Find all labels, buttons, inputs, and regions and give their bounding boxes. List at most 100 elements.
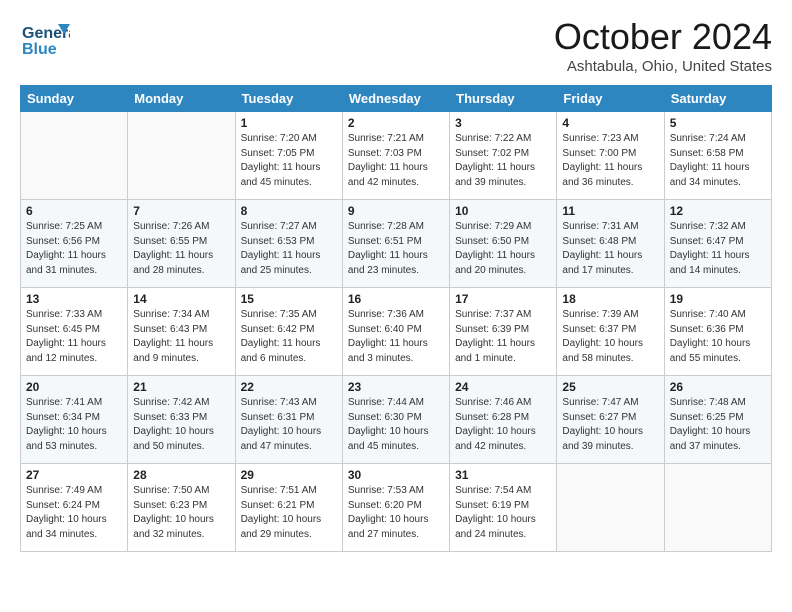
- day-detail: Sunrise: 7:20 AM Sunset: 7:05 PM Dayligh…: [241, 132, 337, 190]
- day-number: 22: [241, 380, 337, 394]
- calendar-cell: 25 Sunrise: 7:47 AM Sunset: 6:27 PM Dayli…: [557, 376, 664, 464]
- day-number: 16: [348, 292, 444, 306]
- month-title: October 2024: [554, 16, 772, 58]
- day-detail: Sunrise: 7:39 AM Sunset: 6:37 PM Dayligh…: [562, 308, 658, 366]
- day-detail: Sunrise: 7:54 AM Sunset: 6:19 PM Dayligh…: [455, 484, 551, 542]
- calendar-cell: 21 Sunrise: 7:42 AM Sunset: 6:33 PM Dayli…: [128, 376, 235, 464]
- day-number: 10: [455, 204, 551, 218]
- day-number: 23: [348, 380, 444, 394]
- calendar-cell: 23 Sunrise: 7:44 AM Sunset: 6:30 PM Dayli…: [342, 376, 449, 464]
- day-detail: Sunrise: 7:24 AM Sunset: 6:58 PM Dayligh…: [670, 132, 766, 190]
- day-number: 13: [26, 292, 122, 306]
- day-number: 24: [455, 380, 551, 394]
- day-detail: Sunrise: 7:35 AM Sunset: 6:42 PM Dayligh…: [241, 308, 337, 366]
- calendar-cell: 28 Sunrise: 7:50 AM Sunset: 6:23 PM Dayli…: [128, 464, 235, 552]
- calendar-cell: 8 Sunrise: 7:27 AM Sunset: 6:53 PM Daylig…: [235, 200, 342, 288]
- calendar-cell: 17 Sunrise: 7:37 AM Sunset: 6:39 PM Dayli…: [450, 288, 557, 376]
- day-number: 31: [455, 468, 551, 482]
- calendar-cell: 19Sunrise: 7:40 AM Sunset: 6:36 PM Dayli…: [664, 288, 771, 376]
- day-number: 4: [562, 116, 658, 130]
- day-detail: Sunrise: 7:44 AM Sunset: 6:30 PM Dayligh…: [348, 396, 444, 454]
- day-detail: Sunrise: 7:26 AM Sunset: 6:55 PM Dayligh…: [133, 220, 229, 278]
- day-number: 30: [348, 468, 444, 482]
- day-detail: Sunrise: 7:22 AM Sunset: 7:02 PM Dayligh…: [455, 132, 551, 190]
- calendar-cell: 22 Sunrise: 7:43 AM Sunset: 6:31 PM Dayli…: [235, 376, 342, 464]
- weekday-header-wednesday: Wednesday: [342, 86, 449, 112]
- day-detail: Sunrise: 7:21 AM Sunset: 7:03 PM Dayligh…: [348, 132, 444, 190]
- weekday-header-thursday: Thursday: [450, 86, 557, 112]
- day-detail: Sunrise: 7:50 AM Sunset: 6:23 PM Dayligh…: [133, 484, 229, 542]
- day-detail: Sunrise: 7:33 AM Sunset: 6:45 PM Dayligh…: [26, 308, 122, 366]
- weekday-header-sunday: Sunday: [21, 86, 128, 112]
- day-number: 25: [562, 380, 658, 394]
- calendar-cell: 11Sunrise: 7:31 AM Sunset: 6:48 PM Dayli…: [557, 200, 664, 288]
- calendar-cell: 20 Sunrise: 7:41 AM Sunset: 6:34 PM Dayli…: [21, 376, 128, 464]
- day-number: 26: [670, 380, 766, 394]
- page: General Blue October 2024 Ashtabula, Ohi…: [0, 0, 792, 612]
- day-number: 18: [562, 292, 658, 306]
- title-block: October 2024 Ashtabula, Ohio, United Sta…: [554, 16, 772, 75]
- logo-icon: General Blue: [20, 16, 70, 66]
- day-number: 29: [241, 468, 337, 482]
- day-number: 9: [348, 204, 444, 218]
- calendar-cell: 16 Sunrise: 7:36 AM Sunset: 6:40 PM Dayli…: [342, 288, 449, 376]
- calendar-cell: [664, 464, 771, 552]
- day-detail: Sunrise: 7:37 AM Sunset: 6:39 PM Dayligh…: [455, 308, 551, 366]
- day-number: 2: [348, 116, 444, 130]
- day-detail: Sunrise: 7:27 AM Sunset: 6:53 PM Dayligh…: [241, 220, 337, 278]
- day-number: 28: [133, 468, 229, 482]
- day-number: 3: [455, 116, 551, 130]
- calendar-cell: 13 Sunrise: 7:33 AM Sunset: 6:45 PM Dayli…: [21, 288, 128, 376]
- day-number: 21: [133, 380, 229, 394]
- day-detail: Sunrise: 7:49 AM Sunset: 6:24 PM Dayligh…: [26, 484, 122, 542]
- day-number: 5: [670, 116, 766, 130]
- weekday-header-saturday: Saturday: [664, 86, 771, 112]
- day-number: 17: [455, 292, 551, 306]
- calendar-cell: [557, 464, 664, 552]
- day-detail: Sunrise: 7:36 AM Sunset: 6:40 PM Dayligh…: [348, 308, 444, 366]
- day-detail: Sunrise: 7:53 AM Sunset: 6:20 PM Dayligh…: [348, 484, 444, 542]
- day-number: 8: [241, 204, 337, 218]
- location-title: Ashtabula, Ohio, United States: [554, 58, 772, 75]
- day-detail: Sunrise: 7:28 AM Sunset: 6:51 PM Dayligh…: [348, 220, 444, 278]
- calendar-cell: [21, 112, 128, 200]
- day-number: 1: [241, 116, 337, 130]
- day-detail: Sunrise: 7:34 AM Sunset: 6:43 PM Dayligh…: [133, 308, 229, 366]
- calendar-cell: 2 Sunrise: 7:21 AM Sunset: 7:03 PM Daylig…: [342, 112, 449, 200]
- day-detail: Sunrise: 7:48 AM Sunset: 6:25 PM Dayligh…: [670, 396, 766, 454]
- calendar-cell: 6Sunrise: 7:25 AM Sunset: 6:56 PM Daylig…: [21, 200, 128, 288]
- day-detail: Sunrise: 7:40 AM Sunset: 6:36 PM Dayligh…: [670, 308, 766, 366]
- week-row-3: 13 Sunrise: 7:33 AM Sunset: 6:45 PM Dayli…: [21, 288, 772, 376]
- calendar-cell: 10 Sunrise: 7:29 AM Sunset: 6:50 PM Dayli…: [450, 200, 557, 288]
- day-number: 20: [26, 380, 122, 394]
- svg-text:Blue: Blue: [22, 41, 57, 58]
- week-row-1: 1 Sunrise: 7:20 AM Sunset: 7:05 PM Daylig…: [21, 112, 772, 200]
- calendar-cell: 12Sunrise: 7:32 AM Sunset: 6:47 PM Dayli…: [664, 200, 771, 288]
- weekday-header-friday: Friday: [557, 86, 664, 112]
- day-detail: Sunrise: 7:46 AM Sunset: 6:28 PM Dayligh…: [455, 396, 551, 454]
- week-row-5: 27Sunrise: 7:49 AM Sunset: 6:24 PM Dayli…: [21, 464, 772, 552]
- calendar-cell: 14Sunrise: 7:34 AM Sunset: 6:43 PM Dayli…: [128, 288, 235, 376]
- calendar-cell: 9 Sunrise: 7:28 AM Sunset: 6:51 PM Daylig…: [342, 200, 449, 288]
- calendar-cell: 26 Sunrise: 7:48 AM Sunset: 6:25 PM Dayli…: [664, 376, 771, 464]
- calendar-cell: 24 Sunrise: 7:46 AM Sunset: 6:28 PM Dayli…: [450, 376, 557, 464]
- day-detail: Sunrise: 7:42 AM Sunset: 6:33 PM Dayligh…: [133, 396, 229, 454]
- day-number: 12: [670, 204, 766, 218]
- calendar-cell: 15Sunrise: 7:35 AM Sunset: 6:42 PM Dayli…: [235, 288, 342, 376]
- calendar-cell: 4Sunrise: 7:23 AM Sunset: 7:00 PM Daylig…: [557, 112, 664, 200]
- calendar-cell: 30 Sunrise: 7:53 AM Sunset: 6:20 PM Dayli…: [342, 464, 449, 552]
- day-number: 6: [26, 204, 122, 218]
- calendar-cell: 31 Sunrise: 7:54 AM Sunset: 6:19 PM Dayli…: [450, 464, 557, 552]
- day-detail: Sunrise: 7:29 AM Sunset: 6:50 PM Dayligh…: [455, 220, 551, 278]
- day-detail: Sunrise: 7:47 AM Sunset: 6:27 PM Dayligh…: [562, 396, 658, 454]
- calendar-cell: 29 Sunrise: 7:51 AM Sunset: 6:21 PM Dayli…: [235, 464, 342, 552]
- week-row-2: 6Sunrise: 7:25 AM Sunset: 6:56 PM Daylig…: [21, 200, 772, 288]
- day-detail: Sunrise: 7:43 AM Sunset: 6:31 PM Dayligh…: [241, 396, 337, 454]
- calendar-cell: 7Sunrise: 7:26 AM Sunset: 6:55 PM Daylig…: [128, 200, 235, 288]
- weekday-header-tuesday: Tuesday: [235, 86, 342, 112]
- day-detail: Sunrise: 7:41 AM Sunset: 6:34 PM Dayligh…: [26, 396, 122, 454]
- day-detail: Sunrise: 7:51 AM Sunset: 6:21 PM Dayligh…: [241, 484, 337, 542]
- weekday-header-row: SundayMondayTuesdayWednesdayThursdayFrid…: [21, 86, 772, 112]
- calendar-cell: 18 Sunrise: 7:39 AM Sunset: 6:37 PM Dayli…: [557, 288, 664, 376]
- week-row-4: 20 Sunrise: 7:41 AM Sunset: 6:34 PM Dayli…: [21, 376, 772, 464]
